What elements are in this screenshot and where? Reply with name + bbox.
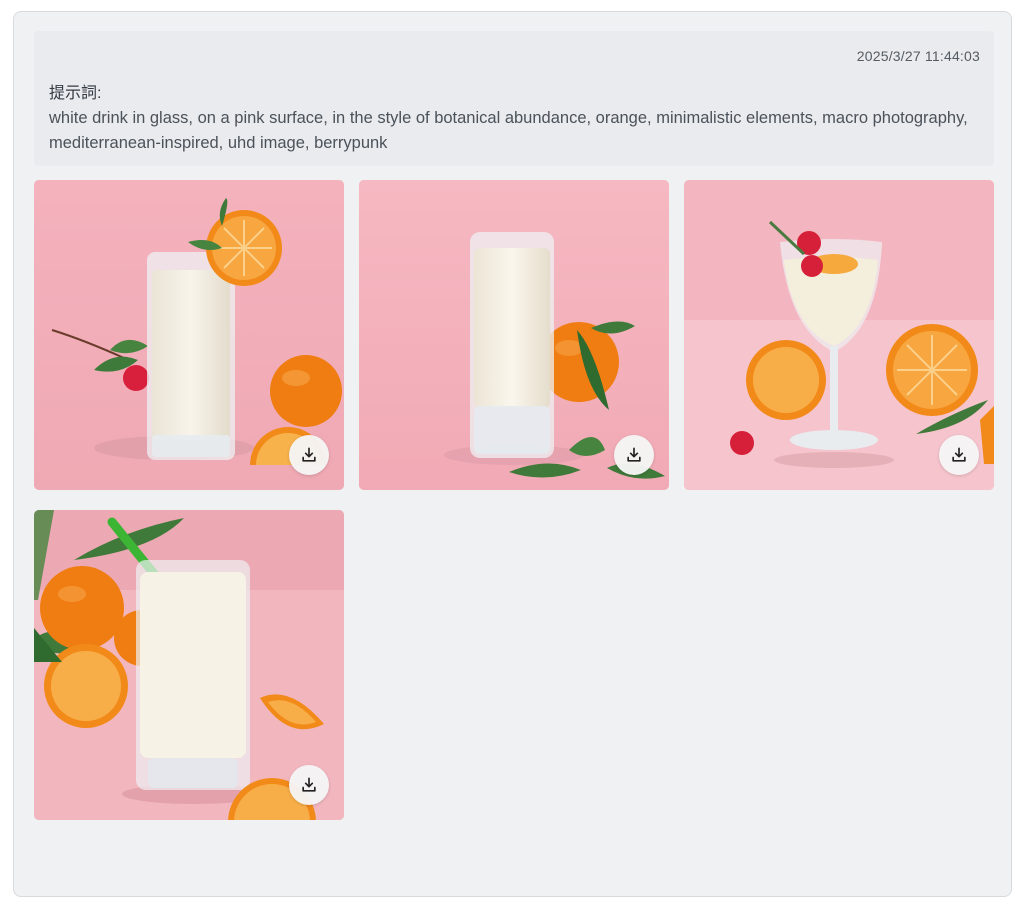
download-button-1[interactable]: [289, 435, 329, 475]
generated-image-1[interactable]: [34, 180, 344, 490]
download-icon: [627, 447, 641, 462]
prompt-panel: 2025/3/27 11:44:03 提示詞: white drink in g…: [34, 31, 994, 166]
generated-image-3[interactable]: [684, 180, 994, 490]
download-icon: [952, 447, 966, 462]
download-button-2[interactable]: [614, 435, 654, 475]
download-icon: [302, 447, 316, 462]
generated-image-4[interactable]: [34, 510, 344, 820]
download-button-3[interactable]: [939, 435, 979, 475]
prompt-label: 提示詞:: [49, 85, 102, 102]
download-icon: [302, 777, 316, 792]
generation-record-card: 2025/3/27 11:44:03 提示詞: white drink in g…: [13, 11, 1012, 897]
timestamp: 2025/3/27 11:44:03: [856, 48, 980, 64]
download-button-4[interactable]: [289, 765, 329, 805]
prompt-text: white drink in glass, on a pink surface,…: [49, 109, 968, 152]
generated-image-2[interactable]: [359, 180, 669, 490]
